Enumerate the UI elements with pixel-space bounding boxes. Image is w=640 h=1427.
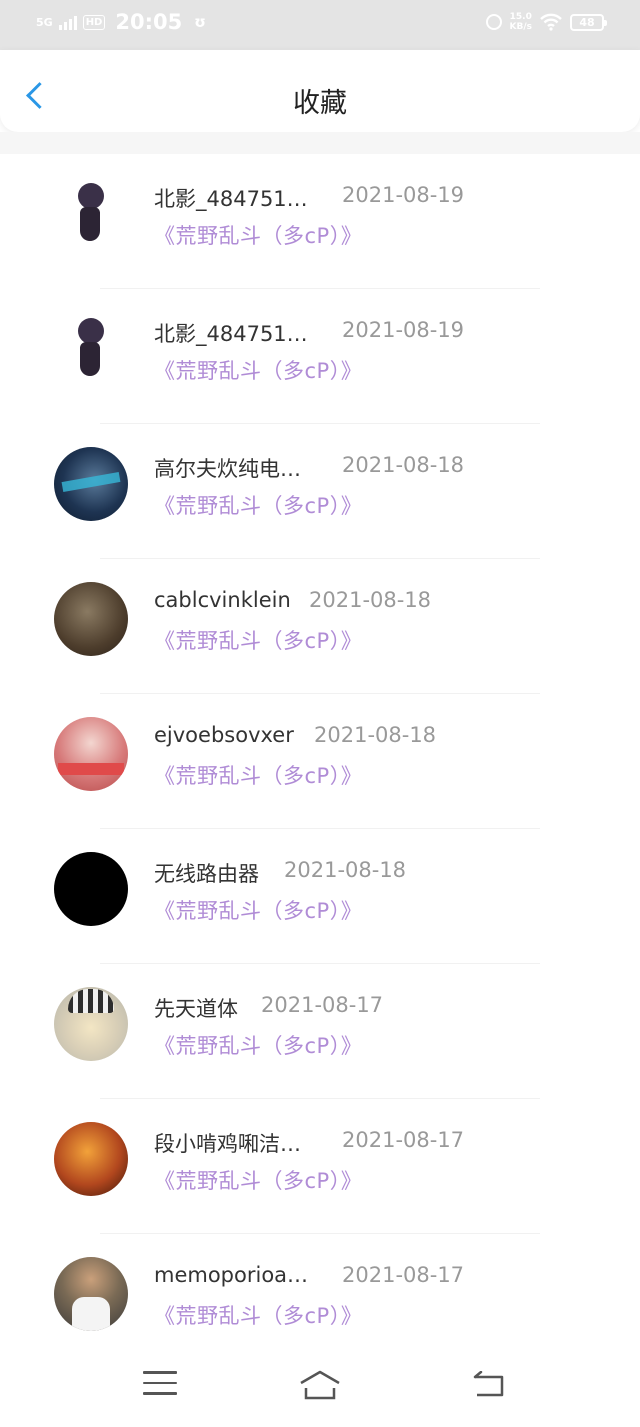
status-bar-right: 15.0 KB/s 48 xyxy=(485,12,607,32)
list-item[interactable]: 北影_484751… 2021-08-19 《荒野乱斗（多cP）》 xyxy=(0,289,640,424)
item-date: 2021-08-17 xyxy=(261,993,384,1017)
user-name: 先天道体 xyxy=(154,997,238,1021)
favorites-list: 北影_484751… 2021-08-19 《荒野乱斗（多cP）》 北影_484… xyxy=(0,154,640,1369)
home-icon[interactable] xyxy=(299,1369,341,1401)
avatar[interactable] xyxy=(54,987,128,1061)
avatar[interactable] xyxy=(54,582,128,656)
work-title-link[interactable]: 《荒野乱斗（多cP）》 xyxy=(154,1165,362,1195)
avatar[interactable] xyxy=(54,177,128,251)
item-date: 2021-08-18 xyxy=(284,858,407,882)
avatar[interactable] xyxy=(54,312,128,386)
avatar[interactable] xyxy=(54,1122,128,1196)
work-title-link[interactable]: 《荒野乱斗（多cP）》 xyxy=(154,220,362,250)
wifi-icon xyxy=(540,13,562,31)
work-title-link[interactable]: 《荒野乱斗（多cP）》 xyxy=(154,625,362,655)
hd-badge: HD xyxy=(82,14,106,30)
work-title-link[interactable]: 《荒野乱斗（多cP）》 xyxy=(154,895,362,925)
network-speed: 15.0 KB/s xyxy=(510,12,532,32)
avatar[interactable] xyxy=(54,717,128,791)
work-title-link[interactable]: 《荒野乱斗（多cP）》 xyxy=(154,1300,362,1330)
list-item[interactable]: 先天道体 2021-08-17 《荒野乱斗（多cP）》 xyxy=(0,964,640,1099)
work-title-link[interactable]: 《荒野乱斗（多cP）》 xyxy=(154,355,362,385)
status-bar: 5G HD 20:05 ʊ 15.0 KB/s 48 xyxy=(0,0,640,50)
work-title-link[interactable]: 《荒野乱斗（多cP）》 xyxy=(154,1030,362,1060)
alarm-icon xyxy=(485,14,502,30)
page-title: 收藏 xyxy=(293,88,347,119)
back-icon[interactable] xyxy=(472,1371,506,1399)
avatar[interactable] xyxy=(54,447,128,521)
user-name: ejvoebsovxer xyxy=(154,723,294,747)
item-date: 2021-08-18 xyxy=(342,453,465,477)
user-name: 无线路由器 xyxy=(154,862,259,886)
network-speed-value: 15.0 xyxy=(509,12,532,22)
list-item[interactable]: 北影_484751… 2021-08-19 《荒野乱斗（多cP）》 xyxy=(0,154,640,289)
status-bar-left: 5G HD 20:05 ʊ xyxy=(36,10,206,34)
list-item[interactable]: 高尔夫炊纯电… 2021-08-18 《荒野乱斗（多cP）》 xyxy=(0,424,640,559)
battery-icon: 48 xyxy=(570,13,607,31)
list-item[interactable]: cablcvinklein 2021-08-18 《荒野乱斗（多cP）》 xyxy=(0,559,640,694)
menu-icon[interactable] xyxy=(143,1371,177,1397)
list-item[interactable]: ejvoebsovxer 2021-08-18 《荒野乱斗（多cP）》 xyxy=(0,694,640,829)
user-name: 北影_484751… xyxy=(154,322,308,346)
user-name: memoporioa… xyxy=(154,1263,309,1287)
avatar[interactable] xyxy=(54,852,128,926)
work-title-link[interactable]: 《荒野乱斗（多cP）》 xyxy=(154,490,362,520)
item-date: 2021-08-18 xyxy=(309,588,432,612)
item-date: 2021-08-17 xyxy=(342,1263,465,1287)
list-item[interactable]: 无线路由器 2021-08-18 《荒野乱斗（多cP）》 xyxy=(0,829,640,964)
avatar[interactable] xyxy=(54,1257,128,1331)
network-speed-unit: KB/s xyxy=(509,22,532,32)
user-name: 北影_484751… xyxy=(154,187,308,211)
item-date: 2021-08-19 xyxy=(342,318,465,342)
list-item[interactable]: 段小啃鸡啝洁… 2021-08-17 《荒野乱斗（多cP）》 xyxy=(0,1099,640,1234)
network-type: 5G xyxy=(36,15,53,29)
item-date: 2021-08-18 xyxy=(314,723,437,747)
item-date: 2021-08-19 xyxy=(342,183,465,207)
signal-icon xyxy=(58,14,77,30)
user-name: 段小啃鸡啝洁… xyxy=(154,1132,301,1156)
user-name: 高尔夫炊纯电… xyxy=(154,457,301,481)
app-header: 收藏 xyxy=(0,50,640,132)
app-notification-icon: ʊ xyxy=(194,13,206,31)
work-title-link[interactable]: 《荒野乱斗（多cP）》 xyxy=(154,760,362,790)
item-date: 2021-08-17 xyxy=(342,1128,465,1152)
system-nav-bar xyxy=(0,1349,640,1427)
header-divider xyxy=(0,132,640,154)
user-name: cablcvinklein xyxy=(154,588,291,612)
status-time: 20:05 xyxy=(115,10,183,34)
